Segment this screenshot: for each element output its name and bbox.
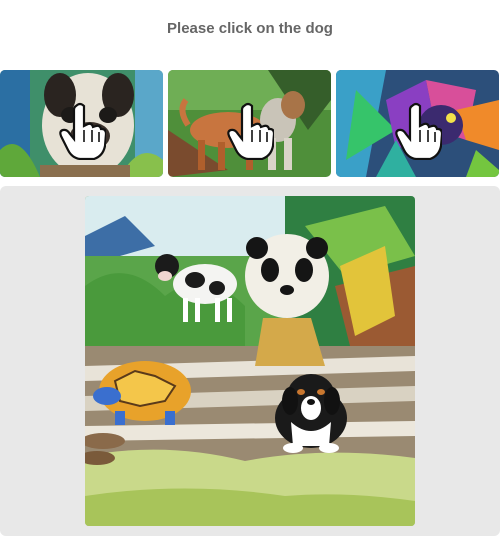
example-image-pug: [0, 70, 163, 177]
example-image-colorful-dog: [336, 70, 499, 177]
example-images-row: [0, 70, 500, 178]
challenge-board: [0, 186, 500, 536]
example-image-dog-walking: [168, 70, 331, 177]
instruction-text: Please click on the dog: [167, 20, 333, 37]
challenge-scene-image[interactable]: [85, 196, 415, 526]
